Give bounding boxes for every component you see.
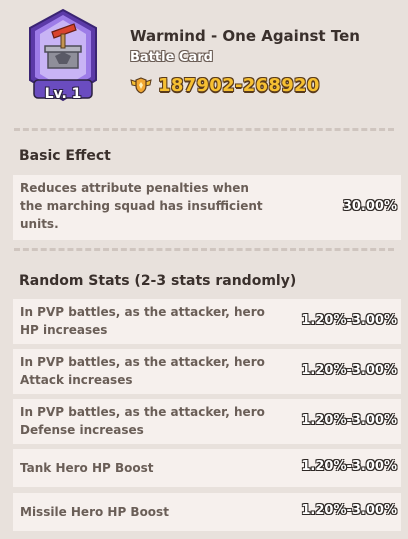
basic-effect-heading: Basic Effect (19, 148, 111, 164)
stat-row: Tank Hero HP Boost 1.20%-3.00% (13, 449, 401, 487)
card-title: Warmind - One Against Ten (130, 27, 360, 45)
stat-value: 1.20%-3.00% (301, 459, 397, 474)
stat-label: Tank Hero HP Boost (20, 461, 154, 475)
random-stats-heading: Random Stats (2-3 stats randomly) (19, 273, 297, 289)
stat-label: In PVP battles, as the attacker, hero De… (20, 405, 265, 437)
stat-value: 1.20%-3.00% (301, 413, 397, 428)
basic-effect-value: 30.00% (342, 199, 397, 214)
stat-label: Missile Hero HP Boost (20, 505, 169, 519)
level-badge: Lv. 1 (44, 86, 82, 102)
stat-row: In PVP battles, as the attacker, hero De… (13, 399, 401, 444)
battle-card-icon: Lv. 1 (28, 8, 98, 104)
stat-value: 1.20%-3.00% (301, 503, 397, 518)
basic-effect-label: Reduces attribute penalties when the mar… (20, 181, 263, 231)
stat-label: In PVP battles, as the attacker, hero At… (20, 355, 265, 387)
power-range-value: 187902-268920 (158, 74, 320, 96)
power-range-display: 187902-268920 (130, 72, 320, 98)
section-divider (14, 128, 394, 131)
section-divider (14, 248, 394, 251)
stat-value: 1.20%-3.00% (301, 363, 397, 378)
basic-effect-row: Reduces attribute penalties when the mar… (13, 175, 401, 240)
stat-row: In PVP battles, as the attacker, hero HP… (13, 299, 401, 344)
winged-shield-icon (130, 75, 152, 95)
card-type-label: Battle Card (130, 50, 213, 65)
stat-row: In PVP battles, as the attacker, hero At… (13, 349, 401, 394)
stat-value: 1.20%-3.00% (301, 313, 397, 328)
stat-label: In PVP battles, as the attacker, hero HP… (20, 305, 265, 337)
stat-row: Missile Hero HP Boost 1.20%-3.00% (13, 493, 401, 531)
card-header: Lv. 1 Warmind - One Against Ten Battle C… (0, 0, 408, 118)
